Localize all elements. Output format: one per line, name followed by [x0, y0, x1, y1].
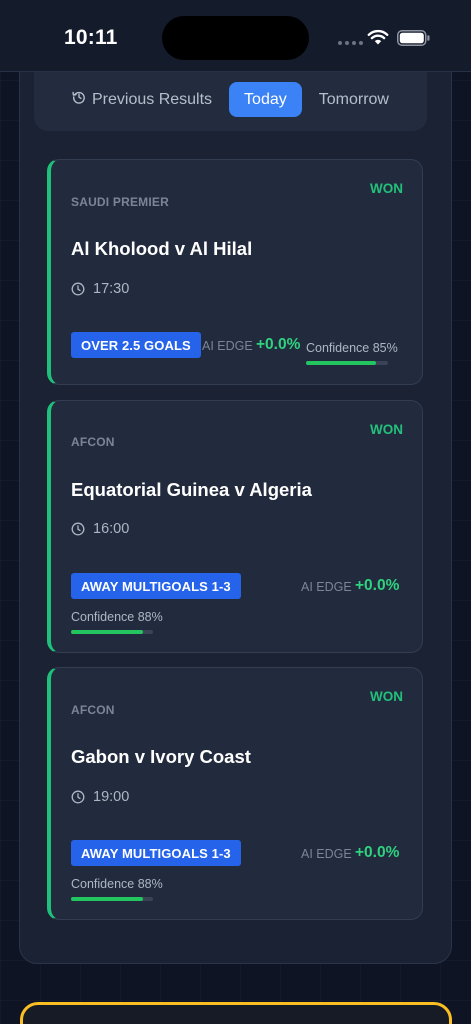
confidence-bar-fill — [71, 630, 144, 634]
status-badge: WON — [370, 422, 403, 437]
bottom-action-button[interactable] — [20, 1002, 452, 1024]
kickoff-time: 16:00 — [71, 521, 129, 537]
confidence-label: Confidence 88% — [71, 610, 163, 624]
ai-edge-value: +0.0% — [355, 577, 400, 594]
ai-edge-value: +0.0% — [256, 336, 301, 353]
kickoff-time-text: 16:00 — [93, 521, 130, 537]
ai-edge-label: AI EDGE — [301, 847, 352, 861]
status-time: 10:11 — [64, 26, 118, 49]
cellular-signal-icon — [338, 41, 363, 45]
tip-badge: OVER 2.5 GOALS — [71, 332, 201, 358]
league-name: AFCON — [71, 435, 115, 449]
prediction-card[interactable]: AFCON WON Gabon v Ivory Coast 19:00 AWAY… — [47, 667, 423, 920]
ai-edge-label: AI EDGE — [301, 580, 352, 594]
prediction-card[interactable]: SAUDI PREMIER WON Al Kholood v Al Hilal … — [47, 159, 423, 385]
history-icon — [72, 91, 85, 104]
kickoff-time-text: 17:30 — [93, 281, 130, 297]
clock-icon — [71, 522, 85, 536]
status-badge: WON — [370, 181, 403, 196]
date-tabs: Previous Results Today Tomorrow — [34, 68, 427, 131]
confidence-bar — [306, 361, 388, 365]
status-bar: 10:11 — [0, 0, 471, 72]
battery-icon — [397, 30, 430, 46]
kickoff-time: 17:30 — [71, 281, 129, 297]
match-title: Equatorial Guinea v Algeria — [71, 479, 312, 500]
tab-tomorrow[interactable]: Tomorrow — [308, 82, 400, 117]
clock-icon — [71, 282, 85, 296]
confidence-bar — [71, 897, 153, 901]
tab-previous-results[interactable]: Previous Results — [61, 82, 223, 117]
ai-edge-label: AI EDGE — [202, 339, 253, 353]
match-title: Gabon v Ivory Coast — [71, 746, 251, 767]
dynamic-island — [162, 16, 309, 60]
ai-edge-value: +0.0% — [355, 844, 400, 861]
confidence-label: Confidence 85% — [306, 341, 398, 355]
confidence-bar-fill — [306, 361, 376, 365]
tip-badge: AWAY MULTIGOALS 1-3 — [71, 573, 241, 599]
confidence-bar-fill — [71, 897, 144, 901]
clock-icon — [71, 790, 85, 804]
confidence-bar — [71, 630, 153, 634]
prediction-card[interactable]: AFCON WON Equatorial Guinea v Algeria 16… — [47, 400, 423, 653]
tip-badge: AWAY MULTIGOALS 1-3 — [71, 840, 241, 866]
status-badge: WON — [370, 689, 403, 704]
kickoff-time: 19:00 — [71, 789, 129, 805]
tab-label: Previous Results — [92, 90, 213, 108]
match-title: Al Kholood v Al Hilal — [71, 238, 253, 259]
confidence-label: Confidence 88% — [71, 877, 163, 891]
league-name: SAUDI PREMIER — [71, 195, 169, 209]
wifi-icon — [367, 29, 389, 45]
tab-today[interactable]: Today — [229, 82, 302, 117]
kickoff-time-text: 19:00 — [93, 789, 130, 805]
league-name: AFCON — [71, 703, 115, 717]
